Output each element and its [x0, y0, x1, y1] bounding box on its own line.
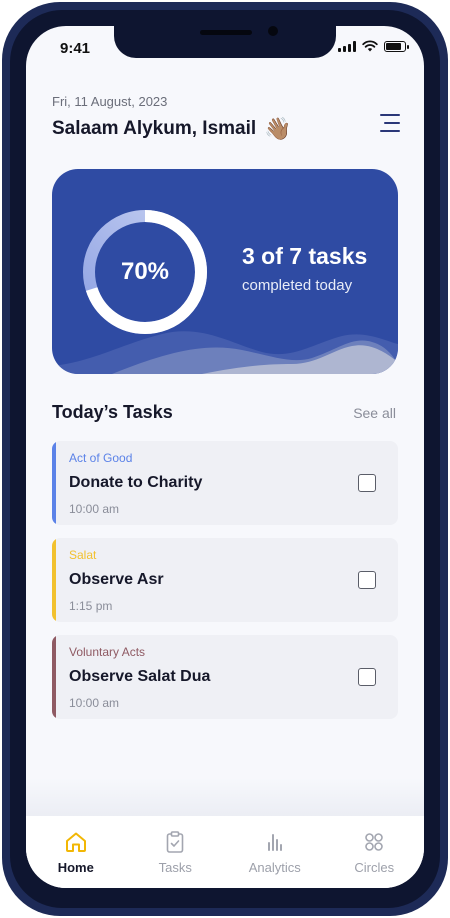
task-time: 1:15 pm — [69, 599, 113, 613]
task-accent-bar — [52, 538, 56, 622]
wave-emoji-icon: 👋🏽 — [264, 116, 292, 141]
see-all-link[interactable]: See all — [353, 405, 396, 421]
signal-icon — [338, 40, 356, 52]
task-accent-bar — [52, 441, 56, 525]
notch — [114, 26, 336, 58]
circles-icon — [365, 833, 384, 851]
speaker — [200, 30, 252, 35]
task-name: Observe Salat Dua — [69, 668, 211, 685]
task-card[interactable]: Voluntary Acts Observe Salat Dua 10:00 a… — [52, 635, 398, 719]
status-time: 9:41 — [60, 40, 91, 57]
wifi-icon — [362, 40, 378, 52]
task-name: Observe Asr — [69, 571, 164, 588]
menu-icon — [380, 114, 400, 116]
clipboard-icon — [166, 831, 184, 853]
tab-home[interactable]: Home — [26, 816, 126, 888]
task-checkbox[interactable] — [358, 668, 376, 686]
task-card[interactable]: Salat Observe Asr 1:15 pm — [52, 538, 398, 622]
tab-label: Home — [57, 860, 94, 875]
task-time: 10:00 am — [69, 502, 120, 516]
tabbar-fade — [26, 778, 424, 818]
task-card[interactable]: Act of Good Donate to Charity 10:00 am — [52, 441, 398, 525]
task-checkbox[interactable] — [358, 474, 376, 492]
tab-circles[interactable]: Circles — [325, 816, 425, 888]
front-camera — [268, 26, 278, 36]
tab-label: Circles — [354, 860, 395, 875]
progress-card[interactable]: 70% 3 of 7 tasks completed today — [52, 169, 398, 374]
tab-label: Tasks — [158, 860, 192, 875]
home-icon — [65, 832, 86, 852]
progress-subtitle: completed today — [242, 277, 353, 294]
task-name: Donate to Charity — [69, 474, 203, 491]
task-checkbox[interactable] — [358, 571, 376, 589]
tab-tasks[interactable]: Tasks — [126, 816, 226, 888]
tab-label: Analytics — [248, 860, 301, 875]
greeting: Salaam Alykum, Ismail 👋🏽 — [52, 118, 292, 140]
task-accent-bar — [52, 635, 56, 719]
task-category: Salat — [69, 548, 97, 562]
bar-chart-icon — [267, 834, 282, 851]
battery-icon — [384, 40, 409, 52]
menu-button[interactable] — [374, 112, 400, 134]
status-icons — [338, 40, 409, 52]
bottom-tab-bar: Home Tasks Analytics Circles — [26, 816, 424, 888]
tab-analytics[interactable]: Analytics — [225, 816, 325, 888]
progress-title: 3 of 7 tasks — [242, 243, 368, 269]
current-date: Fri, 11 August, 2023 — [52, 94, 168, 109]
task-time: 10:00 am — [69, 696, 120, 710]
progress-percent: 70% — [120, 258, 170, 285]
section-title: Today’s Tasks — [52, 402, 173, 422]
greeting-text: Salaam Alykum, Ismail — [52, 118, 257, 139]
task-category: Act of Good — [69, 451, 133, 465]
task-category: Voluntary Acts — [69, 645, 146, 659]
app-screen: 9:41 Fri, 11 August, 2023 Salaam Alykum,… — [26, 26, 424, 888]
